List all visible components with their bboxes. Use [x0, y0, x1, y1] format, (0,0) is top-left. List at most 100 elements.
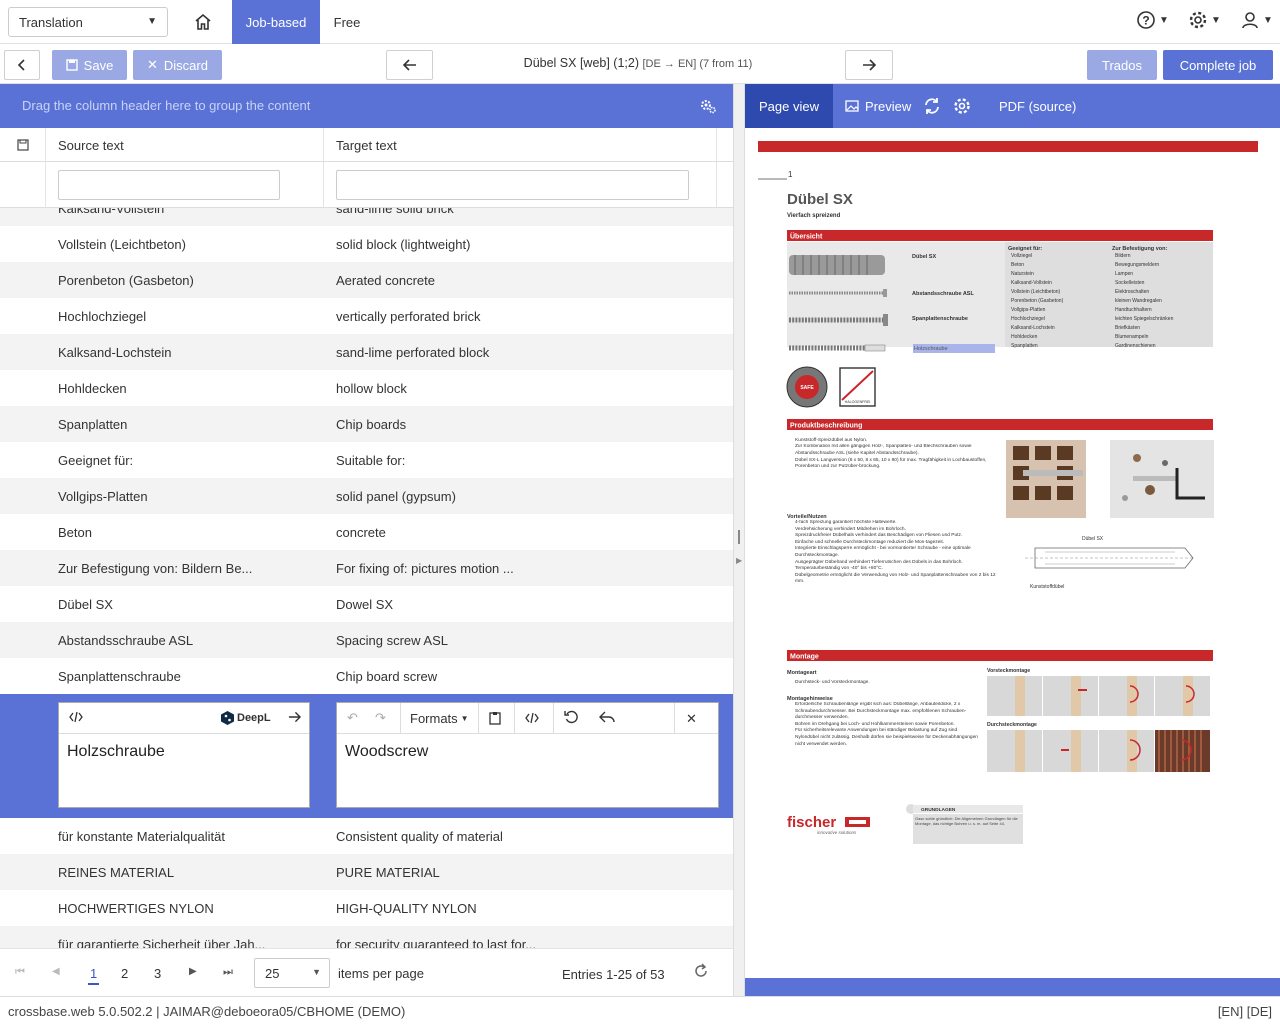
- copy-to-target-button[interactable]: [288, 711, 302, 726]
- brand-name: fischer: [787, 814, 836, 831]
- list-item: Handtuchhaltern: [1115, 307, 1152, 313]
- table-row[interactable]: Dübel SX Dowel SX: [0, 586, 733, 622]
- bullet-text: Temperaturbeständig von -40° bis +80°C.: [795, 566, 883, 572]
- target-cell: solid panel (gypsum): [336, 489, 456, 504]
- table-row[interactable]: Hohldecken hollow block: [0, 370, 733, 406]
- reply-button[interactable]: [599, 710, 615, 727]
- table-row[interactable]: Spanplatten Chip boards: [0, 406, 733, 442]
- page-2-button[interactable]: 2: [121, 966, 128, 981]
- table-row[interactable]: Kalksand-Lochstein sand-lime perforated b…: [0, 334, 733, 370]
- table-row[interactable]: für garantierte Sicherheit über Jah... fo…: [0, 926, 733, 948]
- page-size-select[interactable]: 25 ▼: [254, 958, 330, 988]
- target-cell: hollow block: [336, 381, 407, 396]
- refresh-preview-button[interactable]: [923, 84, 941, 128]
- table-row[interactable]: Porenbeton (Gasbeton) Aerated concrete: [0, 262, 733, 298]
- last-page-button[interactable]: ⏭: [223, 966, 233, 979]
- tab-job-based[interactable]: Job-based: [232, 0, 320, 44]
- target-cell: Chip board screw: [336, 669, 438, 684]
- source-editor-text[interactable]: Holzschraube: [67, 743, 165, 761]
- first-page-button[interactable]: ⏮: [15, 966, 25, 979]
- section-title: Montage: [790, 654, 819, 661]
- deepl-button[interactable]: DeepL: [221, 711, 271, 725]
- save-button[interactable]: Save: [52, 50, 127, 80]
- caret-right-icon[interactable]: ▶: [736, 556, 742, 565]
- home-button[interactable]: [184, 8, 222, 36]
- prev-page-button[interactable]: ◀: [52, 966, 60, 977]
- language-switcher[interactable]: [EN] [DE]: [1218, 1004, 1272, 1019]
- arrow-left-icon: [402, 59, 416, 71]
- discard-button[interactable]: ✕ Discard: [133, 50, 222, 80]
- dowel-diagram: Dübel SX Kunststoffdübel: [1025, 536, 1195, 590]
- assembly-notes: Erforderliche Schraubenlänge ergibt sich…: [795, 702, 978, 747]
- table-row[interactable]: Zur Befestigung von: Bildern Be... For fi…: [0, 550, 733, 586]
- group-panel[interactable]: Drag the column header here to group the…: [0, 84, 733, 128]
- panel-splitter[interactable]: ▶: [733, 84, 745, 996]
- job-title-meta: [DE → EN] (7 from 11): [642, 58, 753, 70]
- page-1-button[interactable]: 1: [88, 966, 100, 985]
- tab-page-view[interactable]: Page view: [745, 84, 833, 128]
- help-menu[interactable]: ? ▼: [1136, 10, 1169, 30]
- table-row[interactable]: Kalksand-Vollstein sand-lime solid brick: [0, 208, 733, 226]
- target-editor-text[interactable]: Woodscrew: [345, 743, 428, 761]
- basics-box: GRUNDLAGEN Gasc sohle gründlich: Die All…: [906, 804, 1023, 844]
- next-page-button[interactable]: ▶: [189, 966, 197, 977]
- section-header: [787, 230, 1213, 241]
- table-row[interactable]: REINES MATERIAL PURE MATERIAL: [0, 854, 733, 890]
- subheading: Durchsteckmontage: [987, 722, 1037, 728]
- back-button[interactable]: [4, 50, 40, 80]
- arrow-right-icon: [288, 711, 302, 723]
- page-number: 1: [90, 966, 98, 981]
- table-row[interactable]: Spanplattenschraube Chip board screw: [0, 658, 733, 694]
- target-cell: vertically perforated brick: [336, 309, 481, 324]
- trados-button[interactable]: Trados: [1087, 50, 1157, 80]
- target-cell: Chip boards: [336, 417, 407, 432]
- code-tags-button[interactable]: [525, 712, 539, 727]
- close-editor-button[interactable]: ✕: [686, 711, 697, 727]
- divider: [553, 703, 554, 734]
- module-select[interactable]: Translation ▼: [8, 7, 168, 37]
- status-version: crossbase.web 5.0.502.2 | JAIMAR@deboeor…: [8, 1004, 406, 1019]
- sync-icon: [925, 98, 939, 114]
- target-column-header[interactable]: Target text: [324, 128, 717, 162]
- formats-dropdown[interactable]: Formats ▼: [410, 711, 469, 726]
- code-tags-button[interactable]: [69, 711, 83, 726]
- tab-free[interactable]: Free: [324, 0, 370, 44]
- source-cell: Geeignet für:: [58, 453, 134, 468]
- table-row[interactable]: Vollgips-Platten solid panel (gypsum): [0, 478, 733, 514]
- source-cell: Kalksand-Lochstein: [58, 345, 172, 360]
- page-3-button[interactable]: 3: [154, 966, 161, 981]
- list-item: Naturstein: [1011, 271, 1034, 277]
- source-filter-input[interactable]: [58, 170, 280, 200]
- brick-image: [1006, 440, 1086, 518]
- table-row[interactable]: Hochlochziegel vertically perforated bric…: [0, 298, 733, 334]
- grid-settings-button[interactable]: [699, 97, 717, 118]
- paste-button[interactable]: [489, 711, 501, 728]
- table-row[interactable]: Geeignet für: Suitable for:: [0, 442, 733, 478]
- table-row[interactable]: für konstante Materialqualität Consistent…: [0, 818, 733, 854]
- redo-button[interactable]: ↷: [375, 710, 386, 726]
- previous-segment-button[interactable]: [386, 50, 433, 80]
- tab-preview[interactable]: Preview: [845, 84, 911, 128]
- user-menu[interactable]: ▼: [1240, 10, 1273, 30]
- preview-settings-button[interactable]: [953, 84, 971, 128]
- source-cell: HOCHWERTIGES NYLON: [58, 901, 214, 916]
- table-row[interactable]: Beton concrete: [0, 514, 733, 550]
- next-segment-button[interactable]: [845, 50, 893, 80]
- source-column-header[interactable]: Source text: [46, 128, 324, 162]
- concrete-image: [1110, 440, 1214, 518]
- tab-pdf-source[interactable]: PDF (source): [999, 84, 1076, 128]
- save-column-header[interactable]: [0, 128, 46, 162]
- job-toolbar: Save ✕ Discard Dübel SX [web] (1;2) [DE …: [0, 44, 1280, 84]
- source-cell: Porenbeton (Gasbeton): [58, 273, 194, 288]
- reset-button[interactable]: [564, 710, 579, 728]
- table-row[interactable]: HOCHWERTIGES NYLON HIGH-QUALITY NYLON: [0, 890, 733, 926]
- settings-menu[interactable]: ▼: [1188, 10, 1221, 30]
- splitter-handle[interactable]: [738, 530, 740, 544]
- complete-job-button[interactable]: Complete job: [1163, 50, 1273, 80]
- refresh-button[interactable]: [693, 963, 709, 982]
- target-filter-input[interactable]: [336, 170, 689, 200]
- table-row[interactable]: Vollstein (Leichtbeton) solid block (ligh…: [0, 226, 733, 262]
- list-item: Bildern: [1115, 253, 1131, 259]
- table-row[interactable]: Abstandsschraube ASL Spacing screw ASL: [0, 622, 733, 658]
- undo-button[interactable]: ↶: [347, 710, 358, 726]
